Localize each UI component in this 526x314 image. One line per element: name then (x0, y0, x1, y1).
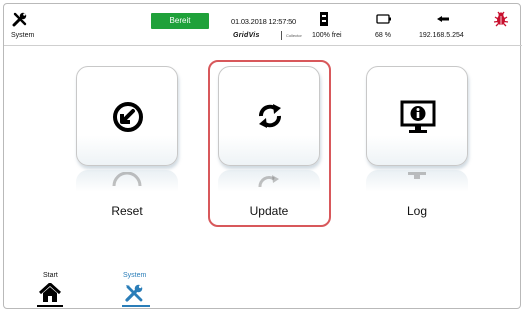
nav-start-label: Start (43, 272, 58, 279)
status-badge: Bereit (151, 13, 209, 29)
brand-subtitle: Collector (286, 33, 302, 38)
info-monitor-icon (400, 100, 436, 133)
alert-bug-icon[interactable] (493, 11, 509, 27)
header-divider (4, 45, 522, 46)
log-tile-reflection (366, 170, 468, 192)
reset-label: Reset (111, 204, 143, 218)
tools-icon[interactable] (124, 283, 146, 303)
update-label: Update (249, 204, 289, 218)
nav-start-underline (37, 305, 63, 307)
storage-icon (320, 12, 328, 26)
log-tile[interactable] (366, 66, 468, 166)
network-icon (437, 16, 449, 22)
storage-text: 100% frei (312, 32, 342, 39)
section-label: System (11, 32, 35, 39)
nav-system-label: System (123, 272, 147, 279)
selected-highlight (208, 60, 331, 227)
ip-address: 192.168.5.254 (419, 32, 464, 39)
reset-icon (113, 102, 143, 132)
reset-tile-reflection (76, 170, 178, 192)
battery-icon (376, 14, 391, 24)
battery-text: 68 % (375, 32, 391, 39)
reset-tile[interactable] (76, 66, 178, 166)
brand-divider (281, 31, 282, 40)
home-icon[interactable] (39, 283, 61, 303)
brand-logo: GridVis (233, 32, 260, 39)
status-bar: System Bereit 01.03.2018 12:57:50 GridVi… (0, 0, 526, 44)
tools-icon[interactable] (12, 11, 28, 27)
nav-system-underline (122, 305, 150, 307)
datetime: 01.03.2018 12:57:50 (231, 17, 297, 26)
log-label: Log (406, 204, 428, 218)
